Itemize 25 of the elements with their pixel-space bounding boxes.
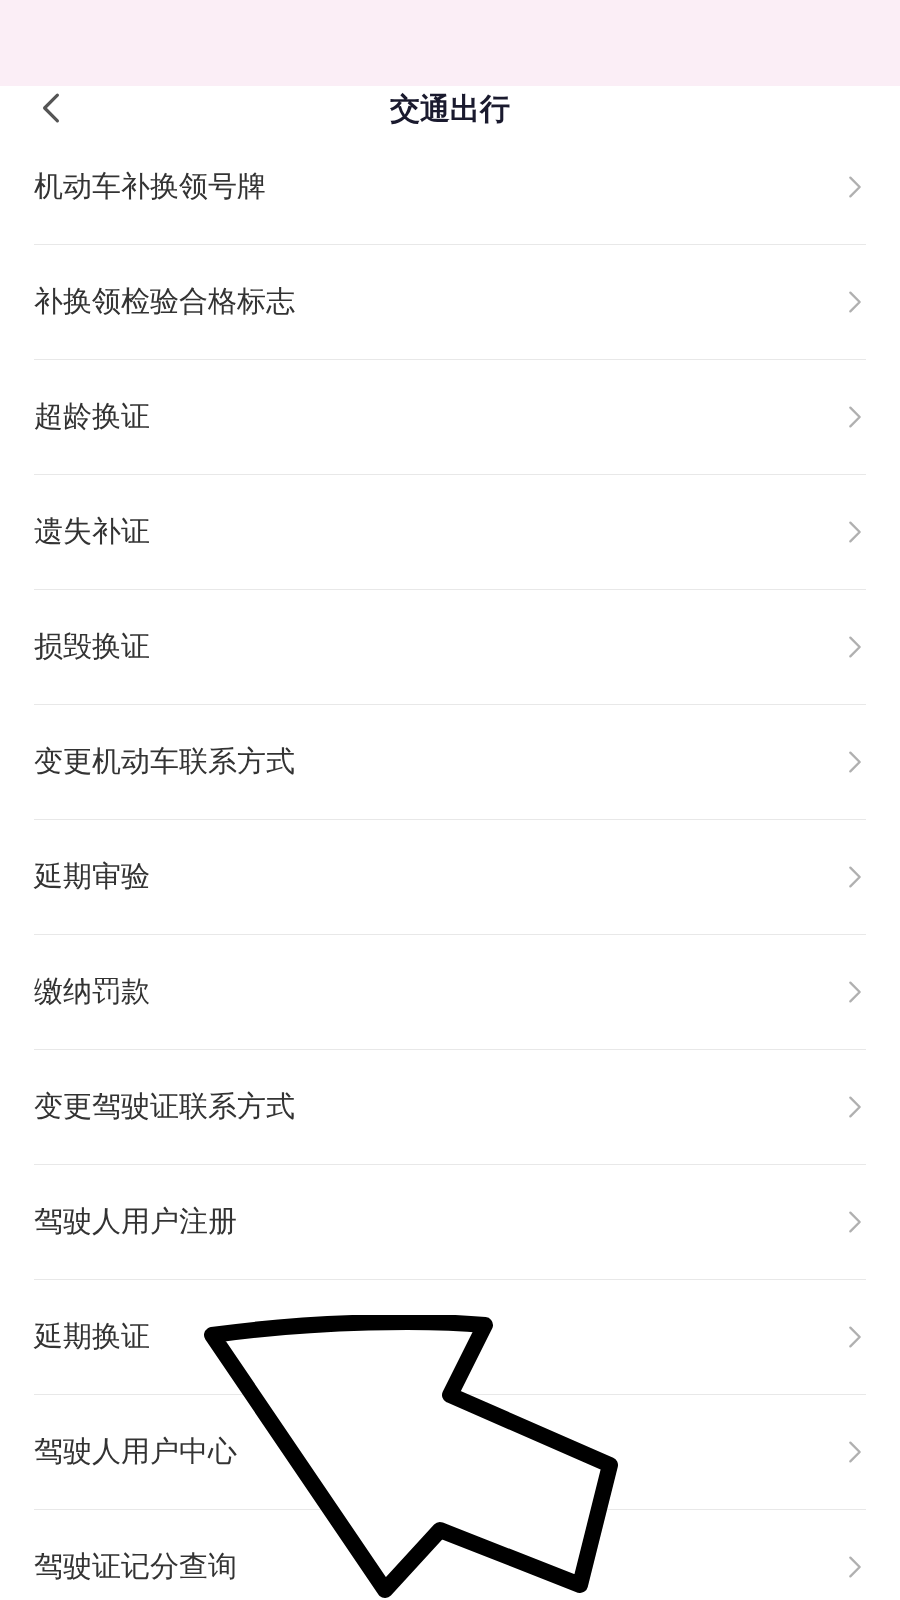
page-title: 交通出行: [390, 89, 510, 128]
list-item[interactable]: 延期审验: [34, 820, 866, 935]
chevron-icon: [848, 520, 862, 544]
chevron-icon: [848, 175, 862, 199]
chevron-icon: [848, 290, 862, 314]
list-item[interactable]: 变更驾驶证联系方式: [34, 1050, 866, 1165]
chevron-icon: [848, 1555, 862, 1579]
chevron-icon: [848, 1325, 862, 1349]
chevron-icon: [848, 1095, 862, 1119]
list-item[interactable]: 机动车补换领号牌: [34, 130, 866, 245]
chevron-icon: [848, 865, 862, 889]
list-item[interactable]: 超龄换证: [34, 360, 866, 475]
back-icon[interactable]: [40, 92, 62, 124]
chevron-icon: [848, 405, 862, 429]
list-item[interactable]: 变更机动车联系方式: [34, 705, 866, 820]
chevron-icon: [848, 1210, 862, 1234]
chevron-icon: [848, 1440, 862, 1464]
list-item[interactable]: 补换领检验合格标志: [34, 245, 866, 360]
chevron-icon: [848, 635, 862, 659]
chevron-icon: [848, 750, 862, 774]
list-item[interactable]: 损毁换证: [34, 590, 866, 705]
chevron-icon: [848, 980, 862, 1004]
list-item[interactable]: 遗失补证: [34, 475, 866, 590]
list-item[interactable]: 驾驶人用户注册: [34, 1165, 866, 1280]
list-item[interactable]: 缴纳罚款: [34, 935, 866, 1050]
